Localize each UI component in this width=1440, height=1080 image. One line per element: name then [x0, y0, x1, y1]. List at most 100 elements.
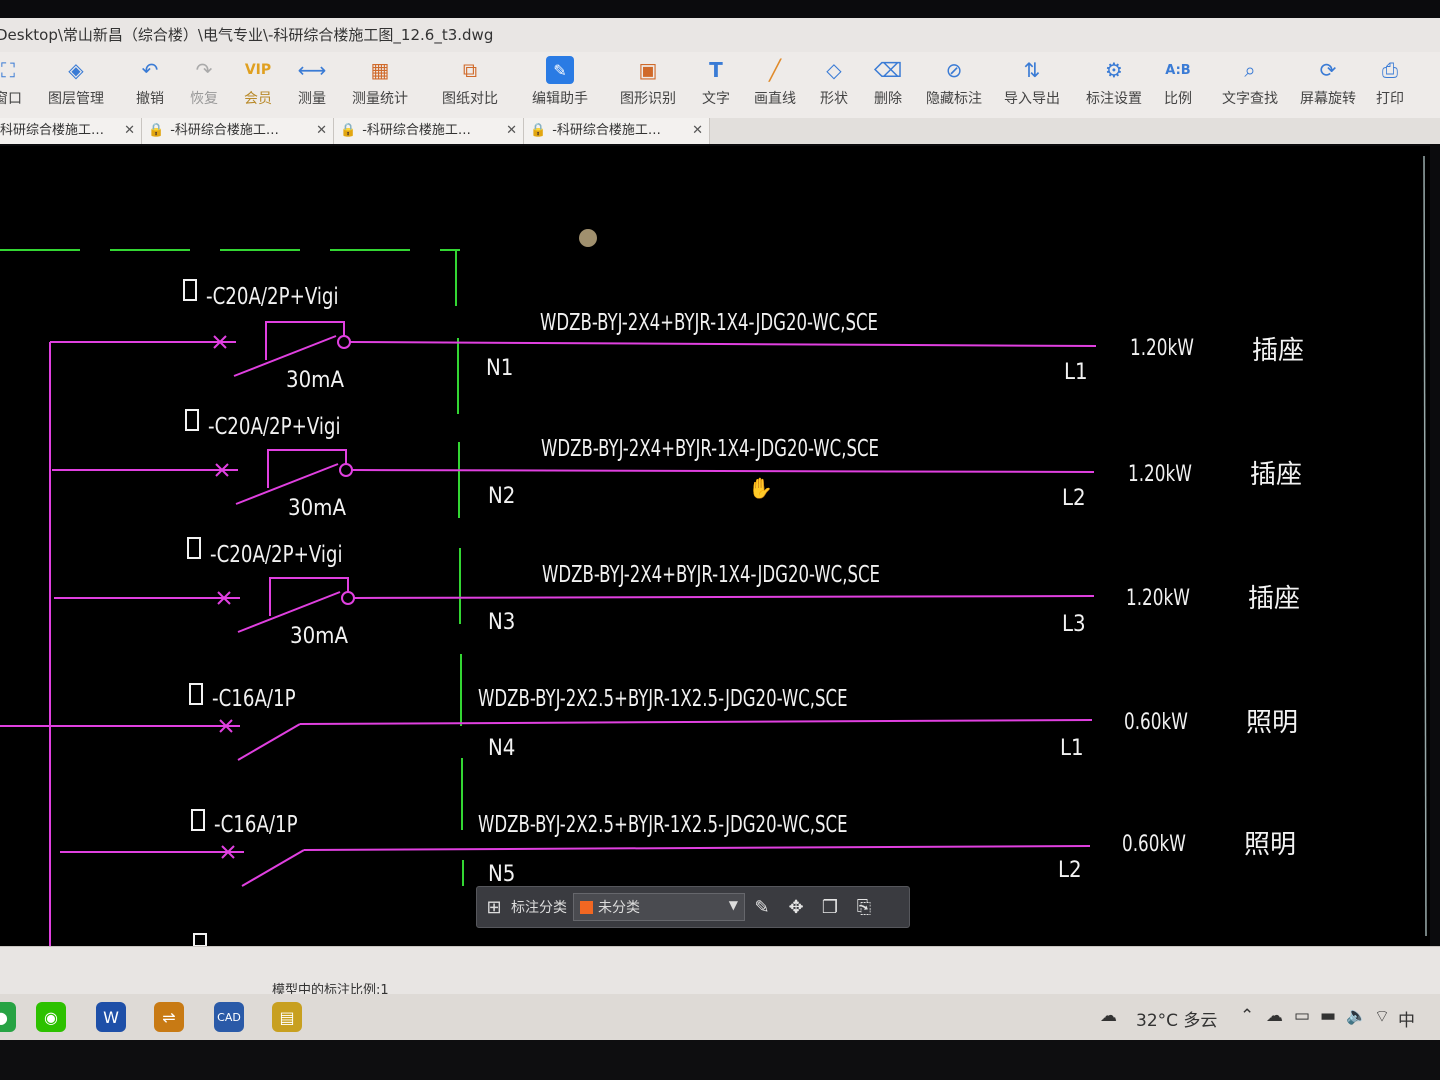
- tab-document-1[interactable]: 科研综合楼施工… ✕: [0, 118, 142, 144]
- lock-icon: 🔒: [340, 123, 357, 138]
- toolbar-scale-button[interactable]: A:B 比例: [1164, 56, 1192, 108]
- color-swatch: [580, 900, 593, 914]
- toolbar-line-button[interactable]: ╱ 画直线: [754, 56, 796, 108]
- chevron-up-icon[interactable]: ⌃: [1240, 1006, 1254, 1026]
- close-icon[interactable]: ✕: [506, 118, 517, 144]
- cable-spec: WDZB-BYJ-2X4+BYJR-1X4-JDG20-WC,SCE: [540, 310, 878, 336]
- eraser-icon: ⌫: [873, 58, 903, 82]
- wifi-icon[interactable]: ⌔: [1374, 1006, 1390, 1027]
- screen: Desktop\常山新昌（综合楼）\电气专业\-科研综合楼施工图_12.6_t3…: [0, 0, 1440, 1080]
- chevron-down-icon: ▼: [728, 898, 738, 912]
- volume-icon[interactable]: 🔈: [1346, 1006, 1367, 1026]
- window-icon: ⛶: [1, 58, 15, 82]
- ime-indicator[interactable]: 中: [1398, 1006, 1415, 1031]
- app-icon[interactable]: W: [96, 1002, 126, 1032]
- rcd-rating: 30mA: [288, 496, 346, 521]
- rcd-rating: 30mA: [286, 368, 344, 393]
- circuit-number: N4: [488, 736, 516, 761]
- tab-document-4[interactable]: 🔒 -科研综合楼施工… ✕: [524, 118, 710, 144]
- breaker-rating: -C20A/2P+Vigi: [210, 542, 343, 568]
- toolbar-measure-button[interactable]: ⟷ 测量: [298, 56, 327, 108]
- cloud-icon[interactable]: ☁: [1266, 1006, 1283, 1026]
- text-search-icon: ⌕: [1244, 58, 1256, 82]
- toolbar-import-export-button[interactable]: ⇅ 导入导出: [1004, 56, 1060, 108]
- grid-icon[interactable]: ⊞: [477, 897, 511, 918]
- text-icon: T: [709, 58, 723, 82]
- toolbar-redo-button[interactable]: ↷ 恢复: [190, 56, 218, 108]
- edit-assistant-icon: ✎: [546, 56, 574, 84]
- move-icon[interactable]: ✥: [779, 897, 813, 918]
- undo-icon: ↶: [141, 58, 159, 82]
- annotation-toolbar: ⊞ 标注分类 未分类 ▼ ✎ ✥ ❐ ⎘: [476, 886, 910, 928]
- power-rating: 1.20kW: [1126, 586, 1190, 611]
- circuit-number: N5: [488, 862, 516, 887]
- cable-spec: WDZB-BYJ-2X4+BYJR-1X4-JDG20-WC,SCE: [542, 562, 880, 588]
- load-type: 插座: [1250, 460, 1303, 490]
- toolbar-text-button[interactable]: T 文字: [702, 56, 730, 108]
- paste-icon[interactable]: ⎘: [847, 897, 881, 918]
- toolbar-text-search-button[interactable]: ⌕ 文字查找: [1222, 56, 1278, 108]
- import-export-icon: ⇅: [1023, 58, 1041, 82]
- breaker-rating: -C20A/2P+Vigi: [206, 284, 339, 310]
- toolbar-vip-button[interactable]: VIP 会员: [244, 56, 272, 108]
- shape-icon: ◇: [826, 58, 842, 82]
- toolbar-delete-button[interactable]: ⌫ 删除: [874, 56, 902, 108]
- copy-icon[interactable]: ❐: [813, 897, 847, 918]
- cad-app-icon[interactable]: CAD: [214, 1002, 244, 1032]
- circuit-number: N3: [488, 610, 516, 635]
- toolbar-shape-button[interactable]: ◇ 形状: [820, 56, 848, 108]
- taskbar: ● ◉ W ⇌ CAD ▤ ☁ 32°C 多云 ⌃ ☁ ▭ ▬ 🔈 ⌔ 中: [0, 994, 1440, 1040]
- app-icon[interactable]: ▤: [272, 1002, 302, 1032]
- toolbar-layers-button[interactable]: ◈ 图层管理: [48, 56, 104, 108]
- battery-icon[interactable]: ▬: [1320, 1006, 1336, 1026]
- cable-spec: WDZB-BYJ-2X4+BYJR-1X4-JDG20-WC,SCE: [541, 436, 879, 462]
- power-rating: 1.20kW: [1130, 336, 1194, 361]
- circuit-number: N1: [486, 356, 514, 381]
- display-icon[interactable]: ▭: [1294, 1006, 1310, 1026]
- wechat-icon[interactable]: ◉: [36, 1002, 66, 1032]
- window-title-bar: Desktop\常山新昌（综合楼）\电气专业\-科研综合楼施工图_12.6_t3…: [0, 18, 1440, 52]
- toolbar-hide-annotation-button[interactable]: ⊘ 隐藏标注: [926, 56, 982, 108]
- breaker-rating: -C16A/1P: [212, 686, 296, 712]
- redo-icon: ↷: [195, 58, 213, 82]
- app-icon[interactable]: ●: [0, 1002, 16, 1032]
- print-icon: ⎙: [1382, 58, 1398, 82]
- tab-document-2[interactable]: 🔒 -科研综合楼施工… ✕: [142, 118, 334, 144]
- toolbar-window-button[interactable]: ⛶ 窗口: [0, 56, 22, 108]
- toolbar-compare-button[interactable]: ⧉ 图纸对比: [442, 56, 498, 108]
- toolbar-measure-stats-button[interactable]: ▦ 测量统计: [352, 56, 408, 108]
- app-icon[interactable]: ⇌: [154, 1002, 184, 1032]
- measure-stats-icon: ▦: [370, 58, 390, 82]
- scale-icon: A:B: [1165, 62, 1191, 78]
- load-type: 照明: [1244, 830, 1297, 860]
- power-rating: 0.60kW: [1124, 710, 1188, 735]
- tab-document-3[interactable]: 🔒 -科研综合楼施工… ✕: [334, 118, 524, 144]
- load-type: 插座: [1252, 336, 1305, 366]
- annotation-category-select[interactable]: 未分类 ▼: [573, 893, 745, 921]
- phase-label: L2: [1058, 858, 1082, 883]
- edit-icon[interactable]: ✎: [745, 897, 779, 918]
- toolbar-annotation-settings-button[interactable]: ⚙ 标注设置: [1086, 56, 1142, 108]
- close-icon[interactable]: ✕: [316, 118, 327, 144]
- drawing-canvas[interactable]: -C20A/2P+Vigi 30mA WDZB-BYJ-2X4+BYJR-1X4…: [0, 146, 1430, 946]
- toolbar-undo-button[interactable]: ↶ 撤销: [136, 56, 164, 108]
- close-icon[interactable]: ✕: [692, 118, 703, 144]
- annotation-settings-icon: ⚙: [1105, 58, 1123, 82]
- toolbar-shape-recognition-button[interactable]: ▣ 图形识别: [620, 56, 676, 108]
- phase-label: L1: [1064, 360, 1088, 385]
- breaker-rating: -C16A/1P: [214, 812, 298, 838]
- vip-icon: VIP: [244, 62, 272, 78]
- phase-label: L1: [1060, 736, 1084, 761]
- breaker-rating: -C20A/2P+Vigi: [208, 414, 341, 440]
- phase-label: L3: [1062, 612, 1086, 637]
- toolbar-edit-assistant-button[interactable]: ✎ 编辑助手: [532, 56, 588, 108]
- weather-text[interactable]: 32°C 多云: [1136, 1006, 1217, 1031]
- load-type: 照明: [1246, 708, 1299, 738]
- line-icon: ╱: [768, 58, 782, 82]
- toolbar-print-button[interactable]: ⎙ 打印: [1376, 56, 1404, 108]
- close-icon[interactable]: ✕: [124, 118, 135, 144]
- annotation-category-label: 标注分类: [511, 900, 567, 916]
- toolbar-rotate-screen-button[interactable]: ⟳ 屏幕旋转: [1300, 56, 1356, 108]
- phase-label: L2: [1062, 486, 1086, 511]
- power-rating: 1.20kW: [1128, 462, 1192, 487]
